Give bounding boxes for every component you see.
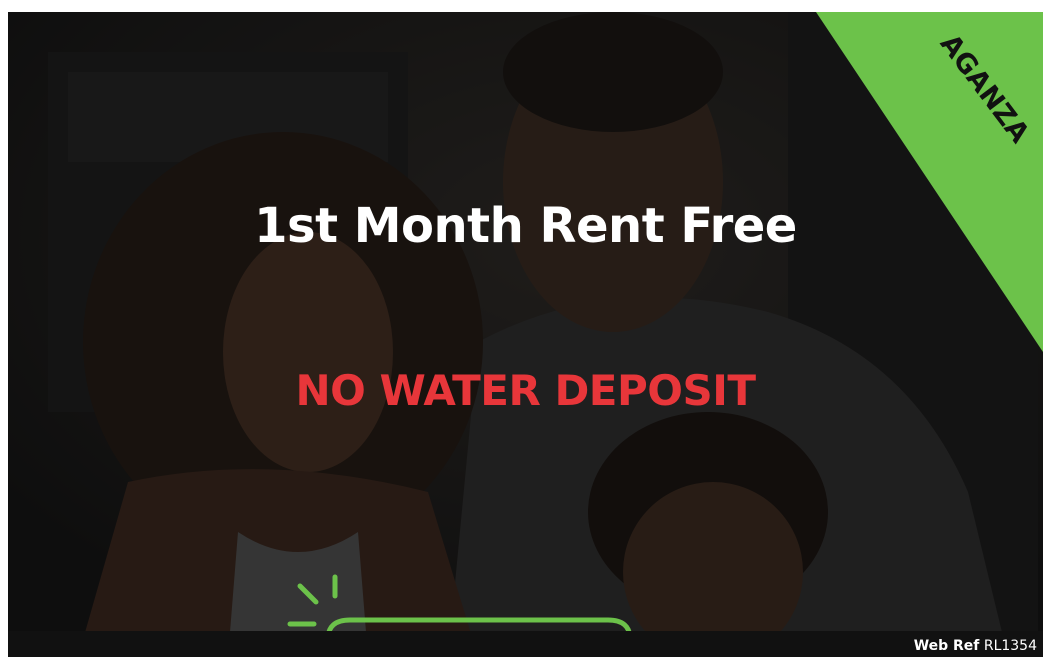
corner-ribbon-shape xyxy=(816,12,1043,352)
promo-subheadline: NO WATER DEPOSIT xyxy=(295,366,756,415)
promo-card[interactable]: AGANZA 1st Month Rent Free NO WATER DEPO… xyxy=(8,12,1043,657)
footer-bar: Web Ref RL1354 xyxy=(8,631,1043,657)
web-ref-label: Web Ref xyxy=(913,638,980,654)
corner-banner: AGANZA xyxy=(8,12,1043,657)
spark-line-2 xyxy=(297,583,319,605)
web-ref-code: RL1354 xyxy=(983,638,1037,654)
corner-banner-label: AGANZA xyxy=(933,28,1036,149)
promo-headline: 1st Month Rent Free xyxy=(254,198,797,254)
web-ref: Web Ref RL1354 xyxy=(914,638,1037,654)
